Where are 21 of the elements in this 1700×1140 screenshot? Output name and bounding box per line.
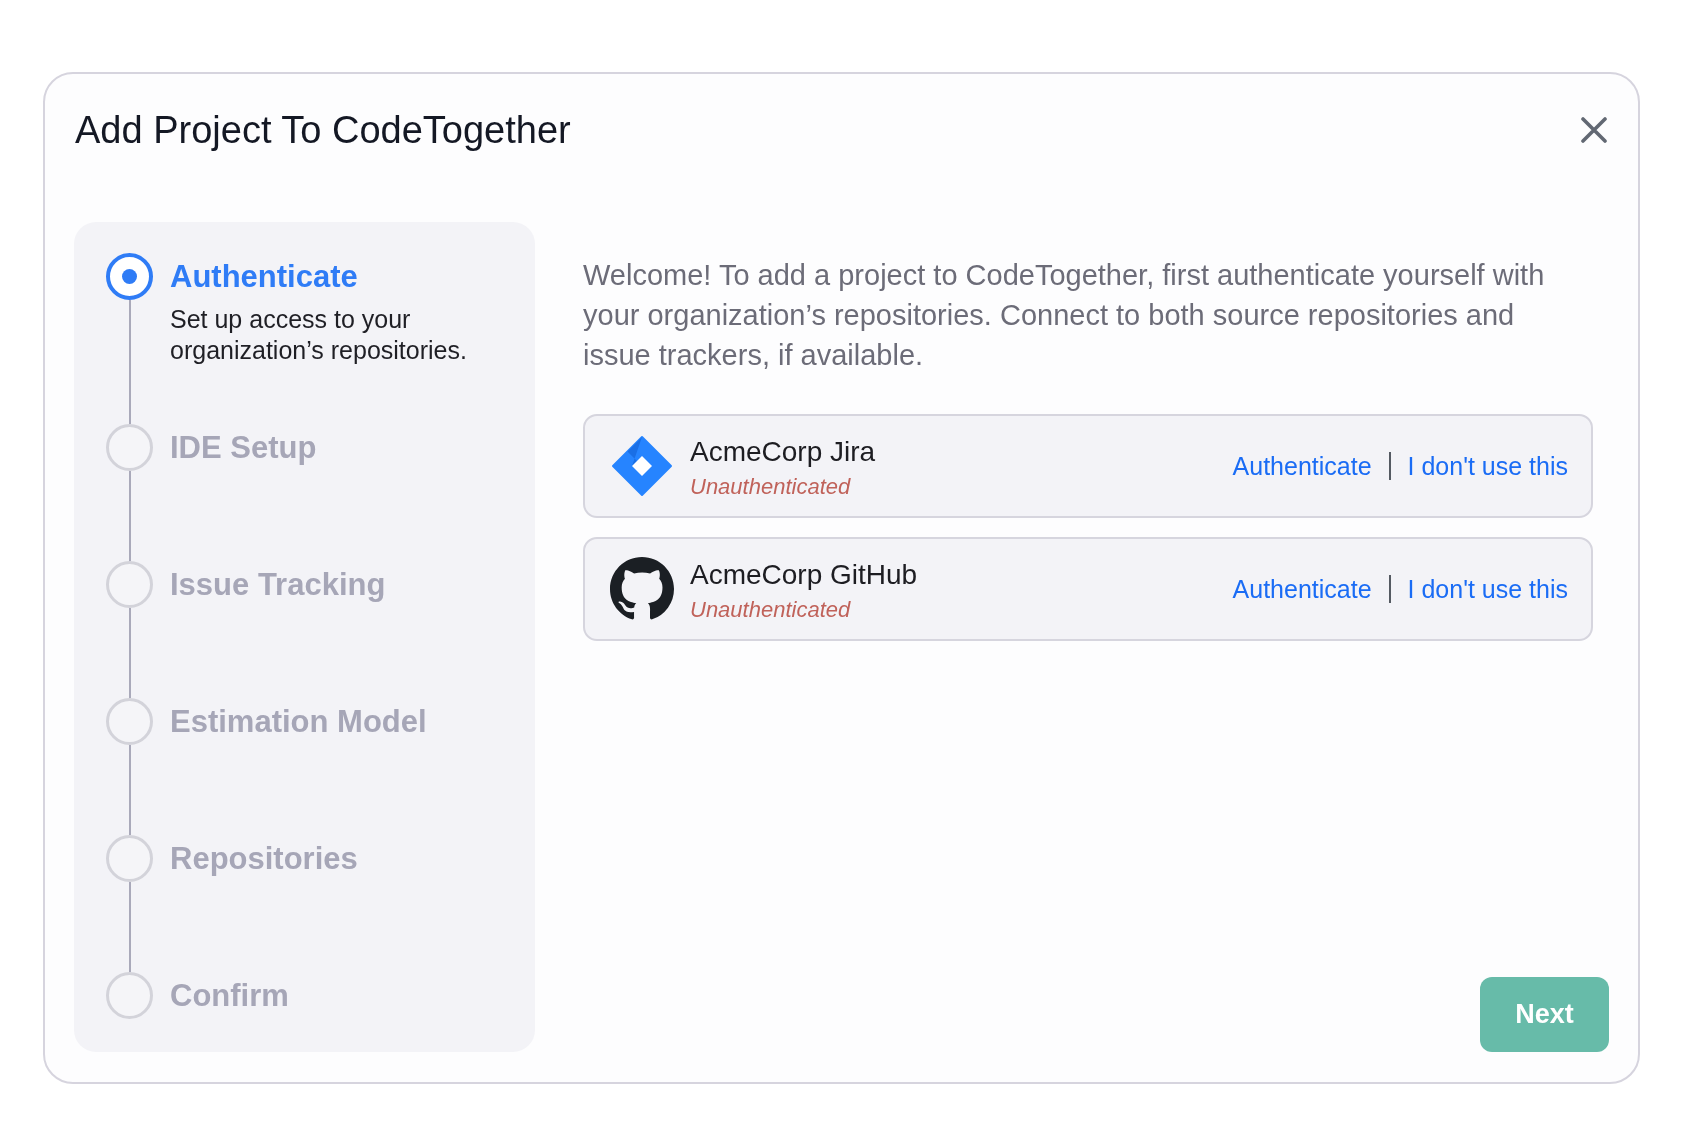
step-label: Estimation Model xyxy=(170,703,428,741)
status-text: Unauthenticated xyxy=(690,473,852,501)
step-label: Repositories xyxy=(170,840,359,878)
opt-out-link[interactable]: I don't use this xyxy=(1407,573,1568,605)
dialog-title: Add Project To CodeTogether xyxy=(75,108,571,152)
authenticate-link[interactable]: Authenticate xyxy=(1232,573,1372,605)
next-button[interactable]: Next xyxy=(1480,977,1609,1052)
intro-text: Welcome! To add a project to CodeTogether, first authenticate yourself with your organization’s repositories. Connect to both source repositories and issue trackers, if available. xyxy=(583,258,1546,373)
step-label: Issue Tracking xyxy=(170,566,387,604)
integration-name: AcmeCorp GitHub xyxy=(690,558,919,592)
diamond-logo-icon xyxy=(611,435,673,497)
step-label: Confirm xyxy=(170,977,290,1015)
authenticate-link[interactable]: Authenticate xyxy=(1232,450,1372,482)
integration-name: AcmeCorp Jira xyxy=(690,435,877,469)
step-description: Set up access to your organization’s repositories. xyxy=(170,304,468,366)
close-icon[interactable] xyxy=(1581,117,1607,143)
status-text: Unauthenticated xyxy=(690,596,852,624)
step-label: Authenticate xyxy=(170,258,359,296)
step-label: IDE Setup xyxy=(170,429,318,467)
opt-out-link[interactable]: I don't use this xyxy=(1407,450,1568,482)
github-logo-icon xyxy=(610,557,674,621)
